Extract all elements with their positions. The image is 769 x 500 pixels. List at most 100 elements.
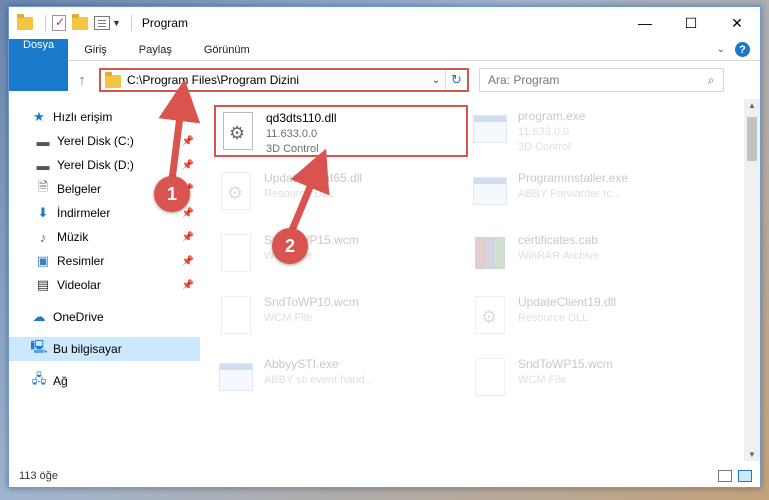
file-description: 3D Control <box>266 143 319 155</box>
file-item[interactable]: SndToWP15.wcm WCM File <box>468 353 722 405</box>
item-count: 113 öğe <box>19 470 58 482</box>
star-icon: ★ <box>33 109 45 124</box>
document-icon <box>472 357 508 397</box>
file-name: UpdateClient65.dll <box>264 171 363 185</box>
file-type: Resource DLL <box>264 188 335 200</box>
scroll-up-icon[interactable]: ▲ <box>744 101 760 110</box>
view-toggles <box>718 470 760 482</box>
sidebar-item-label: Yerel Disk (C:) <box>57 134 134 148</box>
video-icon: ▤ <box>36 277 50 292</box>
sidebar-item-music[interactable]: ♪ Müzik 📌 <box>9 225 200 249</box>
file-name: Programınstaller.exe <box>518 171 629 185</box>
step-badge-2: 2 <box>272 228 308 264</box>
step-badge-1: 1 <box>154 176 190 212</box>
sidebar-item-quick-access[interactable]: ★ Hızlı erişim <box>9 105 200 129</box>
sidebar-item-label: Bu bilgisayar <box>53 342 122 356</box>
file-type: WinRAR Archive <box>518 250 600 262</box>
tab-file[interactable]: Dosya <box>9 39 69 91</box>
maximize-button[interactable]: ☐ <box>668 7 714 39</box>
file-item[interactable]: SndToWP10.wcm WCM File <box>214 291 468 343</box>
pictures-icon: ▣ <box>36 253 50 268</box>
file-type: Resource DLL <box>518 312 589 324</box>
file-item[interactable]: certificates.cab WinRAR Archive <box>468 229 722 281</box>
sidebar-item-label: Belgeler <box>57 182 102 196</box>
file-item[interactable]: Programınstaller.exe ABBY Forwarder tc..… <box>468 167 722 219</box>
sidebar-item-onedrive[interactable]: ☁ OneDrive <box>9 305 200 329</box>
file-item[interactable]: qd3dts110.dll 11.633.0.0 3D Control <box>214 105 468 157</box>
customize-icon[interactable] <box>94 16 110 30</box>
sidebar-item-local-disk-d[interactable]: ▬ Yerel Disk (D:) 📌 <box>9 153 200 177</box>
installer-icon <box>472 171 508 211</box>
ribbon-tabs: Dosya Giriş Paylaş Görünüm ⌄ ? <box>9 39 760 91</box>
scroll-down-icon[interactable]: ▼ <box>744 450 760 459</box>
sidebar-item-label: Yerel Disk (D:) <box>57 158 134 172</box>
address-path[interactable]: C:\Program Files\Program Dizini <box>127 73 427 87</box>
file-description: 3D Control <box>518 141 571 153</box>
file-type: WCM File <box>518 374 567 386</box>
tab-share[interactable]: Paylaş <box>123 39 188 60</box>
dll-gear-icon <box>218 171 254 211</box>
expand-ribbon-icon[interactable]: ⌄ <box>717 44 725 55</box>
sidebar-item-local-disk-c[interactable]: ▬ Yerel Disk (C:) 📌 <box>9 129 200 153</box>
window-controls: — ☐ ✕ <box>622 7 760 39</box>
file-item[interactable]: UpdateClient65.dll Resource DLL <box>214 167 468 219</box>
document-icon <box>218 233 254 273</box>
sidebar-item-network[interactable]: 🖧 Ağ <box>9 369 200 393</box>
chevron-down-icon[interactable]: ⌄ <box>427 75 445 86</box>
file-version: 11.633.0.0 <box>266 128 318 140</box>
tab-home[interactable]: Giriş <box>68 39 123 60</box>
file-item[interactable]: UpdateClient19.dll Resource DLL <box>468 291 722 343</box>
file-name: UpdateClient19.dll <box>518 295 617 309</box>
refresh-icon[interactable]: ↻ <box>445 70 467 90</box>
pin-icon: 📌 <box>181 207 194 219</box>
close-button[interactable]: ✕ <box>714 7 760 39</box>
computer-icon: 🖳 <box>30 339 48 354</box>
navigation-bar: ← → ▼ ↑ C:\Program Files\Program Dizini … <box>9 61 760 99</box>
archive-icon <box>472 233 508 273</box>
pin-icon: 📌 <box>181 159 194 171</box>
address-bar[interactable]: C:\Program Files\Program Dizini ⌄ ↻ <box>99 68 469 92</box>
scrollbar-thumb[interactable] <box>747 117 757 161</box>
tiles-view-icon[interactable] <box>738 470 752 482</box>
sidebar-item-label: OneDrive <box>53 310 104 324</box>
minimize-button[interactable]: — <box>622 7 668 39</box>
folder-icon <box>17 14 33 31</box>
dll-gear-icon <box>472 295 508 335</box>
drive-icon: ▬ <box>36 157 50 173</box>
file-name: SndToWP15.wcm <box>518 357 613 371</box>
tab-view[interactable]: Görünüm <box>188 39 266 60</box>
folder-icon <box>105 71 121 88</box>
cloud-icon: ☁ <box>32 309 46 324</box>
main-content: ★ Hızlı erişim ▬ Yerel Disk (C:) 📌 ▬ Yer… <box>9 99 760 455</box>
vertical-scrollbar[interactable]: ▲ ▼ <box>744 99 760 461</box>
sidebar-item-label: Hızlı erişim <box>53 110 113 124</box>
sidebar-item-videos[interactable]: ▤ Videolar 📌 <box>9 273 200 297</box>
search-placeholder: Ara: Program <box>488 73 560 87</box>
navigation-pane: ★ Hızlı erişim ▬ Yerel Disk (C:) 📌 ▬ Yer… <box>9 99 200 455</box>
file-list: qd3dts110.dll 11.633.0.0 3D Control prog… <box>200 99 760 455</box>
divider <box>45 15 46 31</box>
file-item[interactable]: program.exe 11.633.0.0 3D Control <box>468 105 722 157</box>
search-input[interactable]: Ara: Program ⌕ <box>479 68 724 92</box>
file-version: 11.633.0.0 <box>518 126 570 138</box>
sidebar-item-this-pc[interactable]: 🖳 Bu bilgisayar <box>9 337 200 361</box>
file-type: WCM File <box>264 312 313 324</box>
properties-check-icon[interactable] <box>52 15 66 31</box>
file-type: ABBY sti event hand... <box>264 374 374 386</box>
dll-gear-icon <box>220 111 256 151</box>
details-view-icon[interactable] <box>718 470 732 482</box>
explorer-window: ▼ Program — ☐ ✕ Dosya Giriş Paylaş Görün… <box>8 6 761 488</box>
search-icon[interactable]: ⌕ <box>699 73 723 88</box>
help-icon[interactable]: ? <box>735 42 750 57</box>
file-name: qd3dts110.dll <box>266 111 337 125</box>
file-item[interactable]: SndToWP15.wcm WCM File <box>214 229 468 281</box>
chevron-down-icon[interactable]: ▼ <box>112 18 121 28</box>
document-icon <box>218 295 254 335</box>
document-icon: 🗎 <box>37 179 49 194</box>
up-button[interactable]: ↑ <box>71 72 93 89</box>
new-folder-icon[interactable] <box>72 14 88 31</box>
window-title: Program <box>141 16 188 30</box>
ribbon-right: ⌄ ? <box>717 39 760 60</box>
sidebar-item-pictures[interactable]: ▣ Resimler 📌 <box>9 249 200 273</box>
file-item[interactable]: AbbyySTI.exe ABBY sti event hand... <box>214 353 468 405</box>
